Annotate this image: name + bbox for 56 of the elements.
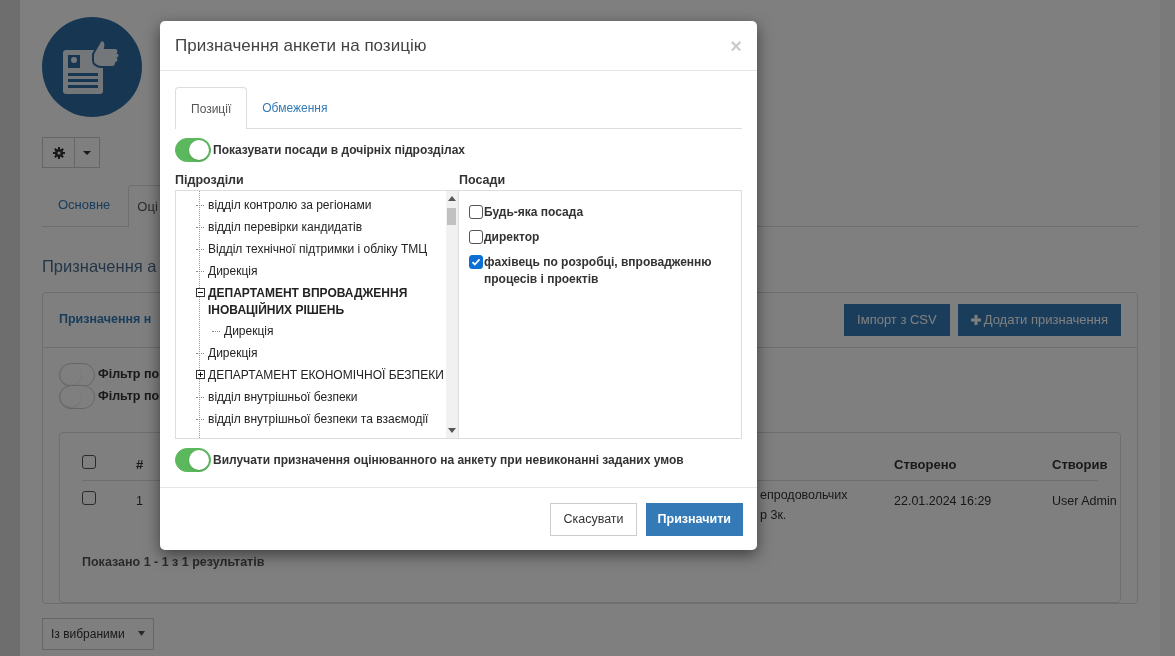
- caret-icon: [138, 631, 145, 637]
- tree-item[interactable]: ДЕПАРТАМЕНТ ВПРОВАДЖЕННЯ ІНОВАЦІЙНИХ РІШЕНЬ: [208, 285, 444, 319]
- plus-icon: [970, 314, 981, 325]
- checkbox[interactable]: [82, 454, 96, 469]
- tree-item[interactable]: ДЕПАРТАМЕНТ ЕКОНОМІЧНОЇ БЕЗПЕКИ: [208, 367, 444, 384]
- dialog-title: Призначення анкети на позицію: [175, 34, 427, 57]
- scrollbar[interactable]: [445, 191, 458, 438]
- tree-item[interactable]: відділ контролю за регіонами: [208, 197, 372, 214]
- settings-icon: [52, 146, 65, 159]
- tree-item[interactable]: відділ внутрішньої безпеки та взаємодії: [208, 411, 429, 428]
- scroll-up-icon[interactable]: [447, 196, 456, 201]
- results-summary: Показано 1 - 1 з 1 результатів: [82, 553, 266, 571]
- tree-item[interactable]: Дирекція: [224, 323, 274, 340]
- column-header: #: [136, 455, 144, 474]
- tree-item[interactable]: відділ внутрішньої безпеки: [208, 389, 358, 406]
- settings-button[interactable]: [42, 137, 75, 168]
- checkbox[interactable]: [82, 490, 96, 505]
- panel-title: Призначення н: [59, 311, 152, 329]
- bulk-action-select[interactable]: Із вибраними: [42, 617, 154, 650]
- position-label[interactable]: фахівець по розробці, впровадженню процесів і проектів: [484, 254, 731, 288]
- table-cell-text: епродовольчих р 3к.: [760, 486, 848, 524]
- checkbox[interactable]: [469, 230, 483, 244]
- toggle-switch[interactable]: [175, 448, 211, 472]
- tree-item[interactable]: Дирекція: [208, 345, 258, 362]
- table-cell-text: 22.01.2024 16:29: [894, 492, 992, 510]
- tab[interactable]: Позиції: [175, 87, 248, 129]
- filter-label: Фільтр по: [98, 366, 160, 384]
- scroll-down-icon[interactable]: [447, 428, 456, 433]
- toggle-label: Вилучати призначення оцінюванного на анкету при невиконанні заданих умов: [213, 452, 684, 469]
- tree-item[interactable]: Дирекція: [208, 263, 258, 280]
- column-label: Підрозділи: [175, 172, 245, 188]
- checkbox[interactable]: [469, 255, 483, 269]
- table-cell-text: 1: [136, 492, 143, 510]
- tab[interactable]: Обмеження: [247, 87, 343, 129]
- toggle-switch[interactable]: [59, 362, 95, 387]
- toggle-switch[interactable]: [59, 384, 95, 409]
- caret-icon: [83, 150, 91, 155]
- dropdown-button[interactable]: [75, 137, 100, 168]
- toggle-label: Показувати посади в дочірніх підрозділах: [213, 142, 465, 159]
- table-cell-text: User Admin: [1052, 492, 1117, 510]
- expand-icon[interactable]: [196, 370, 205, 379]
- column-header: Створив: [1052, 455, 1108, 474]
- section-heading: Призначення а: [42, 256, 157, 277]
- collapse-icon[interactable]: [196, 288, 205, 297]
- tree-item[interactable]: Відділ технічної підтримки і обліку ТМЦ: [208, 241, 428, 258]
- toggle-switch[interactable]: [175, 138, 211, 162]
- checkbox[interactable]: [469, 205, 483, 219]
- position-label[interactable]: Будь-яка посада: [484, 204, 584, 221]
- filter-label: Фільтр по: [98, 388, 160, 406]
- scrollbar-thumb[interactable]: [447, 208, 457, 225]
- column-header: Створено: [894, 455, 957, 474]
- tree-item[interactable]: відділ перевірки кандидатів: [208, 219, 363, 236]
- position-label[interactable]: директор: [484, 229, 540, 246]
- cancel-button[interactable]: Скасувати: [550, 503, 637, 536]
- column-label: Посади: [459, 172, 507, 188]
- assign-button[interactable]: Призначити: [645, 503, 743, 536]
